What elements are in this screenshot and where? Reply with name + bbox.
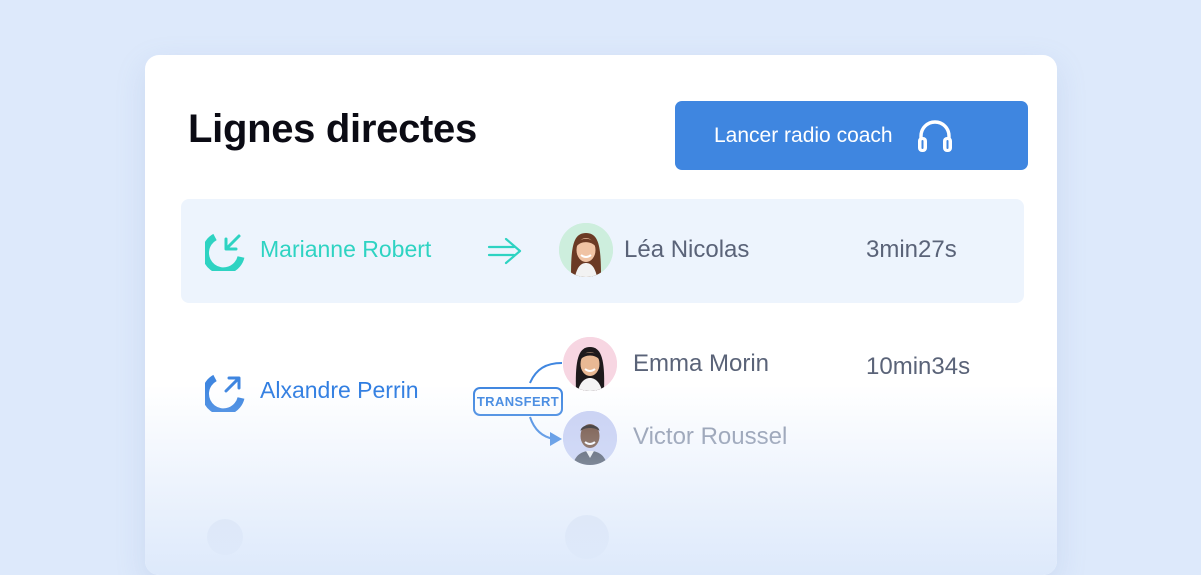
outgoing-call-icon [202, 372, 245, 417]
avatar [559, 223, 613, 277]
transfer-badge: TRANSFERT [473, 387, 563, 416]
avatar [563, 411, 617, 465]
caller-name[interactable]: Alxandre Perrin [260, 377, 419, 404]
launch-radio-coach-button[interactable]: Lancer radio coach [675, 101, 1028, 170]
avatar [563, 337, 617, 391]
call-duration: 10min34s [866, 353, 971, 380]
agent-name[interactable]: Victor Roussel [633, 423, 787, 451]
agent-name[interactable]: Léa Nicolas [624, 236, 749, 264]
caller-name[interactable]: Marianne Robert [260, 236, 431, 263]
ghost-row-avatar [565, 515, 609, 559]
page-title: Lignes directes [188, 107, 477, 151]
arrow-right-icon [486, 235, 524, 272]
incoming-call-icon [202, 231, 245, 276]
headphones-icon [915, 118, 955, 154]
agent-name[interactable]: Emma Morin [633, 350, 769, 378]
coach-button-label: Lancer radio coach [714, 123, 893, 147]
direct-lines-card: Lignes directes Lancer radio coach Maria… [145, 55, 1057, 575]
ghost-row-icon [207, 519, 243, 555]
call-duration: 3min27s [866, 236, 957, 263]
